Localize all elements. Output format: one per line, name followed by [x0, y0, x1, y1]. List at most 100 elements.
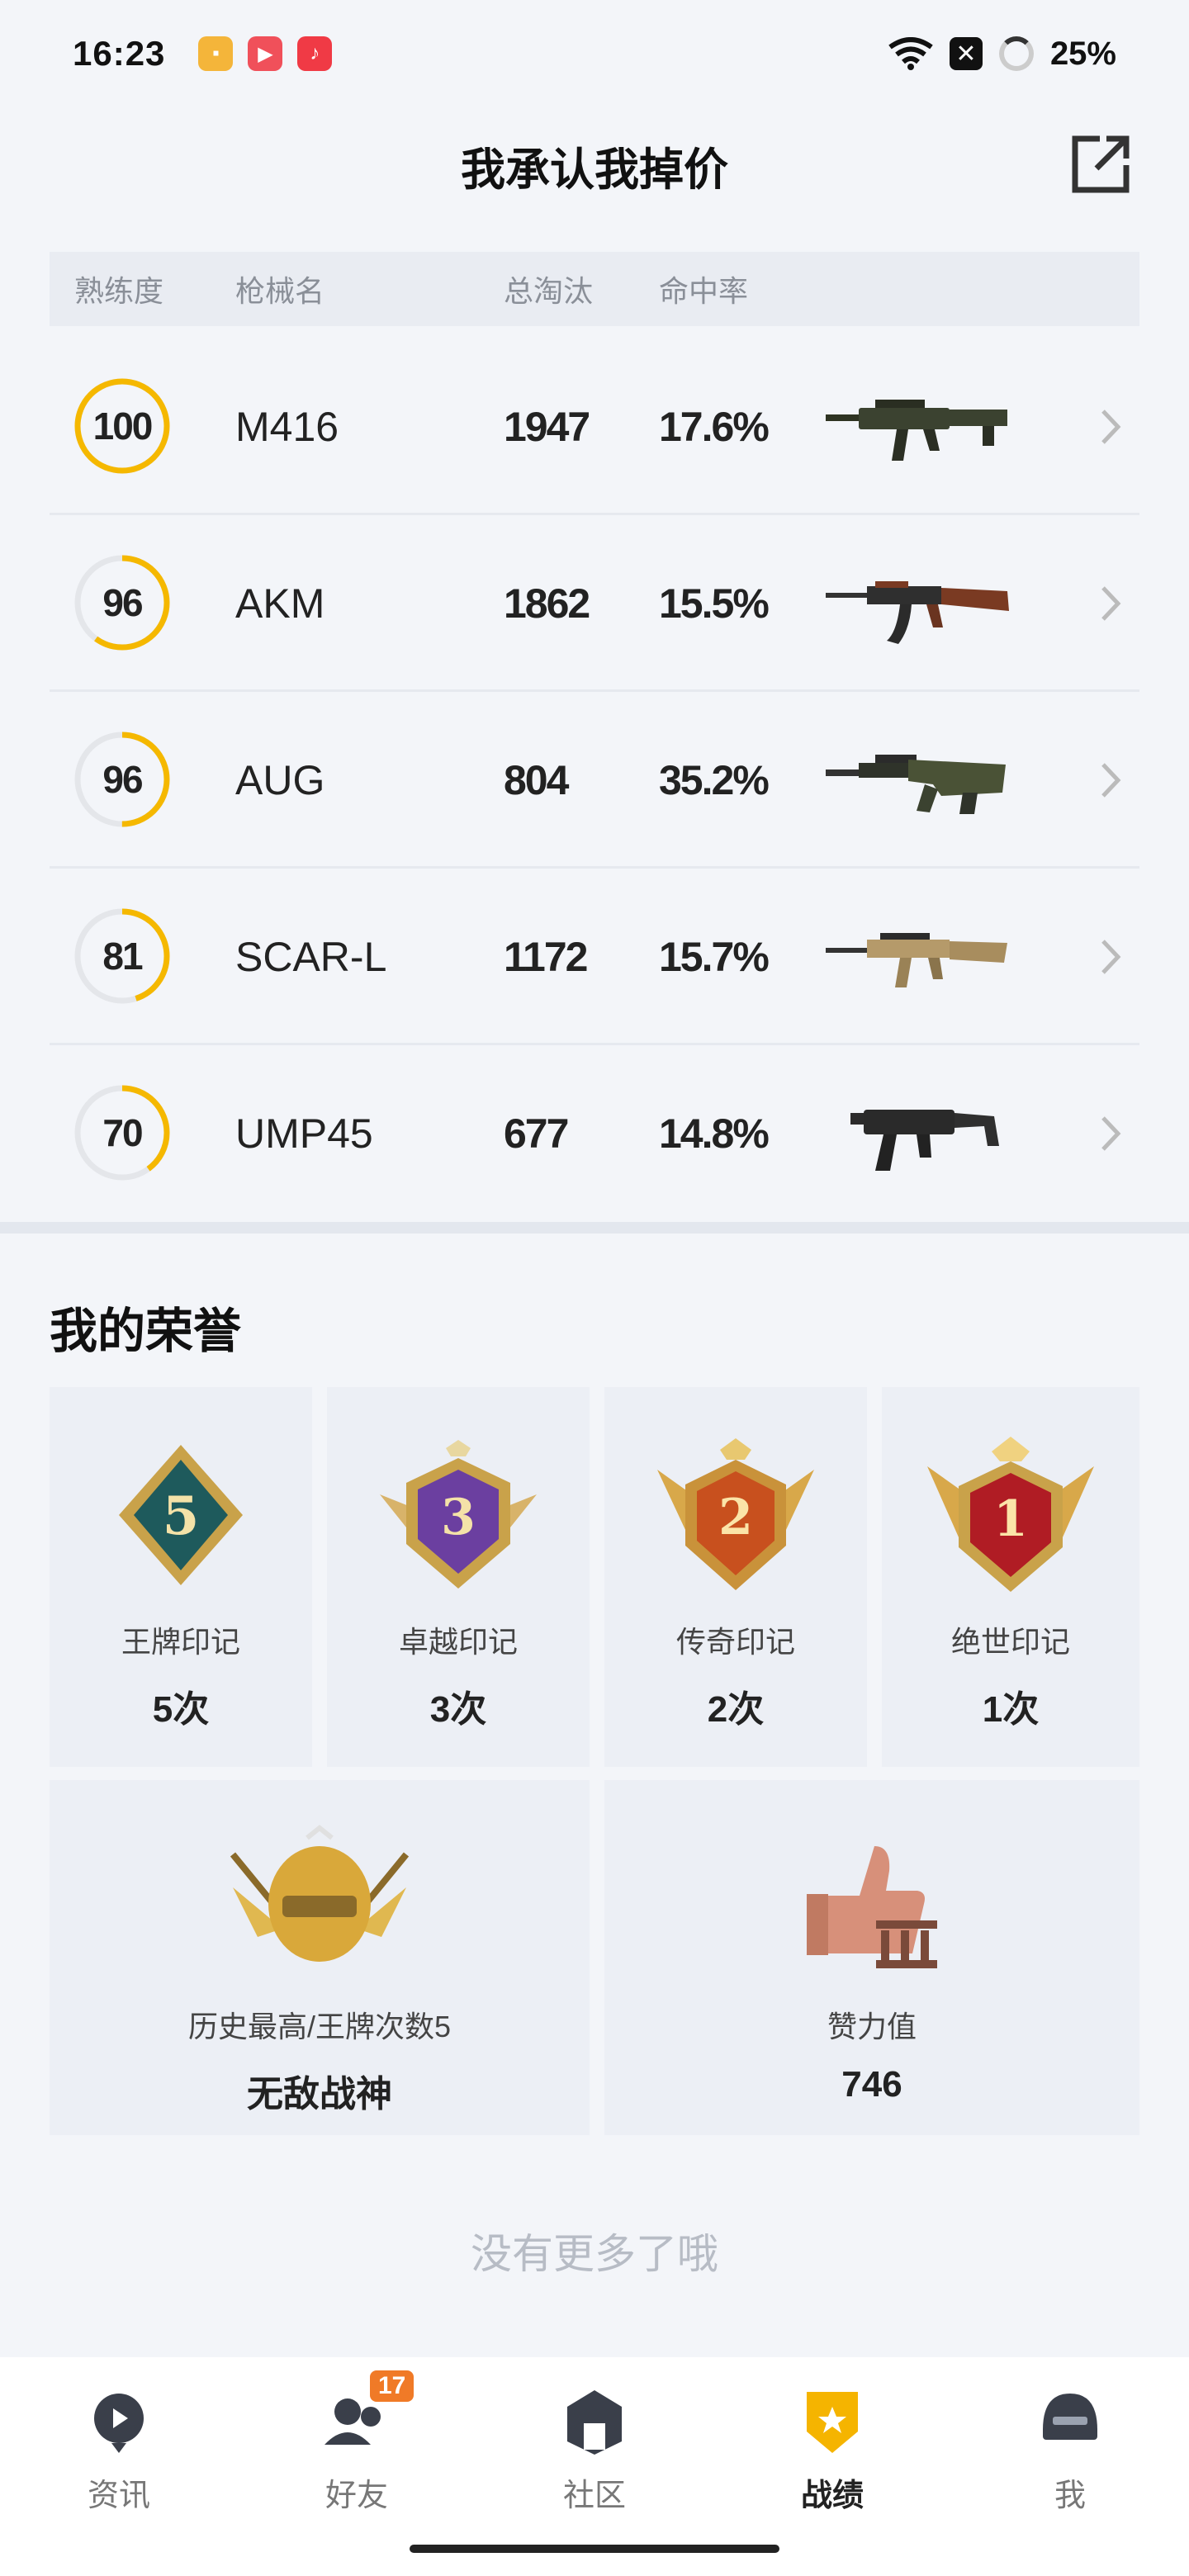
- battery-percent: 25%: [1049, 35, 1116, 72]
- share-button[interactable]: [1063, 125, 1139, 201]
- chevron-right-icon: [1101, 763, 1121, 798]
- excellence-mark-number: 3: [441, 1489, 476, 1546]
- weapon-list: 100 M416 1947 17.6% 96 AKM 1862 15.5% 96…: [50, 339, 1139, 1222]
- weapon-name: AUG: [235, 757, 325, 803]
- akm-rifle-icon: [826, 581, 1009, 644]
- weapon-kills: 677: [504, 1110, 569, 1157]
- profile-helmet-icon: [1043, 2394, 1097, 2440]
- weapon-kills: 1947: [504, 404, 590, 450]
- title-bar: 我承认我掉价: [0, 116, 1189, 215]
- mark-count: 3次: [429, 1689, 487, 1730]
- music-app-icon: ♪: [297, 36, 333, 71]
- mark-name: 绝世印记: [950, 1625, 1070, 1659]
- weapon-name: M416: [235, 404, 339, 450]
- weapon-row[interactable]: 100 M416 1947 17.6%: [50, 339, 1139, 515]
- nav-profile[interactable]: 我: [951, 2357, 1189, 2576]
- ace-mark-number: 5: [163, 1485, 200, 1547]
- chevron-right-icon: [1101, 940, 1121, 974]
- nav-label: 战绩: [800, 2479, 864, 2513]
- wifi-icon: [888, 37, 933, 70]
- m416-rifle-icon: [826, 400, 1007, 461]
- column-weapon-name: 枪械名: [235, 274, 325, 308]
- status-right: ✕ 25%: [888, 36, 1116, 73]
- chevron-right-icon: [1101, 410, 1121, 444]
- peerless-mark-medal-icon: 1: [927, 1437, 1094, 1592]
- peerless-mark-card[interactable]: 1 绝世印记 1次: [882, 1387, 1139, 1767]
- legend-mark-card[interactable]: 2 传奇印记 2次: [604, 1387, 867, 1767]
- honor-section-title: 我的荣誉: [50, 1305, 242, 1358]
- bottom-nav: 资讯 17 好友 社区 战绩 我: [0, 2357, 1189, 2576]
- nav-label: 社区: [562, 2479, 626, 2513]
- proficiency-ring: 100: [71, 375, 173, 477]
- peerless-mark-number: 1: [993, 1490, 1028, 1548]
- nav-label: 好友: [324, 2479, 388, 2513]
- community-icon: [567, 2390, 622, 2455]
- page-title: 我承认我掉价: [461, 144, 728, 195]
- mark-name: 传奇印记: [675, 1625, 795, 1659]
- book-app-icon: ▪: [198, 36, 234, 71]
- nav-record[interactable]: 战绩: [713, 2357, 951, 2576]
- legend-mark-number: 2: [718, 1489, 753, 1546]
- weapon-row[interactable]: 96 AUG 804 35.2%: [50, 692, 1139, 869]
- likes-label: 赞力值: [827, 2010, 917, 2043]
- highest-rank-card[interactable]: 历史最高/王牌次数5 无敌战神: [50, 1780, 590, 2135]
- column-proficiency: 熟练度: [74, 274, 164, 308]
- weapon-name: SCAR-L: [235, 934, 387, 980]
- highest-rank-label: 历史最高/王牌次数5: [187, 2010, 452, 2043]
- friends-badge: 17: [370, 2370, 414, 2402]
- weapon-hit-rate: 35.2%: [659, 757, 770, 803]
- nav-community[interactable]: 社区: [476, 2357, 713, 2576]
- proficiency-ring: 96: [71, 728, 173, 831]
- nav-label: 我: [1054, 2479, 1086, 2513]
- news-icon: [94, 2394, 144, 2453]
- proficiency-ring: 70: [71, 1082, 173, 1184]
- weapon-row[interactable]: 96 AKM 1862 15.5%: [50, 515, 1139, 692]
- column-total-kills: 总淘汰: [504, 274, 594, 308]
- weapon-kills: 804: [504, 757, 569, 803]
- highest-rank-value: 无敌战神: [247, 2074, 392, 2114]
- mark-name: 卓越印记: [398, 1625, 518, 1659]
- weapon-hit-rate: 15.5%: [659, 580, 770, 627]
- nav-friends[interactable]: 17 好友: [238, 2357, 476, 2576]
- excellence-mark-card[interactable]: 3 卓越印记 3次: [327, 1387, 590, 1767]
- likes-value: 746: [841, 2064, 902, 2105]
- weapon-hit-rate: 14.8%: [659, 1110, 770, 1157]
- ump45-smg-icon: [850, 1110, 999, 1171]
- likes-card[interactable]: 赞力值 746: [604, 1780, 1139, 2135]
- proficiency-ring: 96: [71, 552, 173, 654]
- mark-count: 2次: [707, 1689, 765, 1730]
- weapon-row[interactable]: 70 UMP45 677 14.8%: [50, 1045, 1139, 1222]
- scar-l-rifle-icon: [826, 933, 1007, 987]
- proficiency-value: 100: [92, 405, 154, 447]
- nav-news[interactable]: 资讯: [0, 2357, 238, 2576]
- notification-x-icon: ✕: [949, 37, 983, 70]
- weapon-kills: 1862: [504, 580, 590, 627]
- mark-name: 王牌印记: [121, 1625, 240, 1659]
- ace-mark-card[interactable]: 5 王牌印记 5次: [50, 1387, 312, 1767]
- aug-rifle-icon: [826, 755, 1006, 814]
- status-bar: 16:23 ▪ ▶ ♪ ✕ 25%: [0, 0, 1189, 107]
- weapon-kills: 1172: [504, 934, 588, 980]
- status-time: 16:23: [73, 34, 166, 73]
- record-icon: [807, 2392, 858, 2453]
- nav-label: 资讯: [87, 2479, 150, 2513]
- weapon-name: AKM: [235, 580, 325, 627]
- chevron-right-icon: [1101, 1116, 1121, 1151]
- ace-mark-medal-icon: 5: [119, 1445, 243, 1585]
- proficiency-value: 70: [102, 1111, 143, 1154]
- proficiency-value: 96: [102, 758, 143, 801]
- weapon-table-header: 熟练度 枪械名 总淘汰 命中率: [50, 252, 1139, 326]
- mark-count: 5次: [152, 1689, 210, 1730]
- weapon-row[interactable]: 81 SCAR-L 1172 15.7%: [50, 869, 1139, 1045]
- conqueror-helmet-icon: [230, 1825, 410, 1962]
- status-app-icons: ▪ ▶ ♪: [198, 36, 333, 71]
- column-hit-rate: 命中率: [659, 274, 749, 308]
- video-app-icon: ▶: [248, 36, 283, 71]
- chevron-right-icon: [1101, 586, 1121, 621]
- section-divider: [0, 1222, 1189, 1234]
- excellence-mark-medal-icon: 3: [380, 1440, 537, 1589]
- weapon-hit-rate: 15.7%: [659, 934, 770, 980]
- home-indicator[interactable]: [410, 2545, 779, 2553]
- mark-count: 1次: [982, 1689, 1040, 1730]
- proficiency-ring: 81: [71, 905, 173, 1007]
